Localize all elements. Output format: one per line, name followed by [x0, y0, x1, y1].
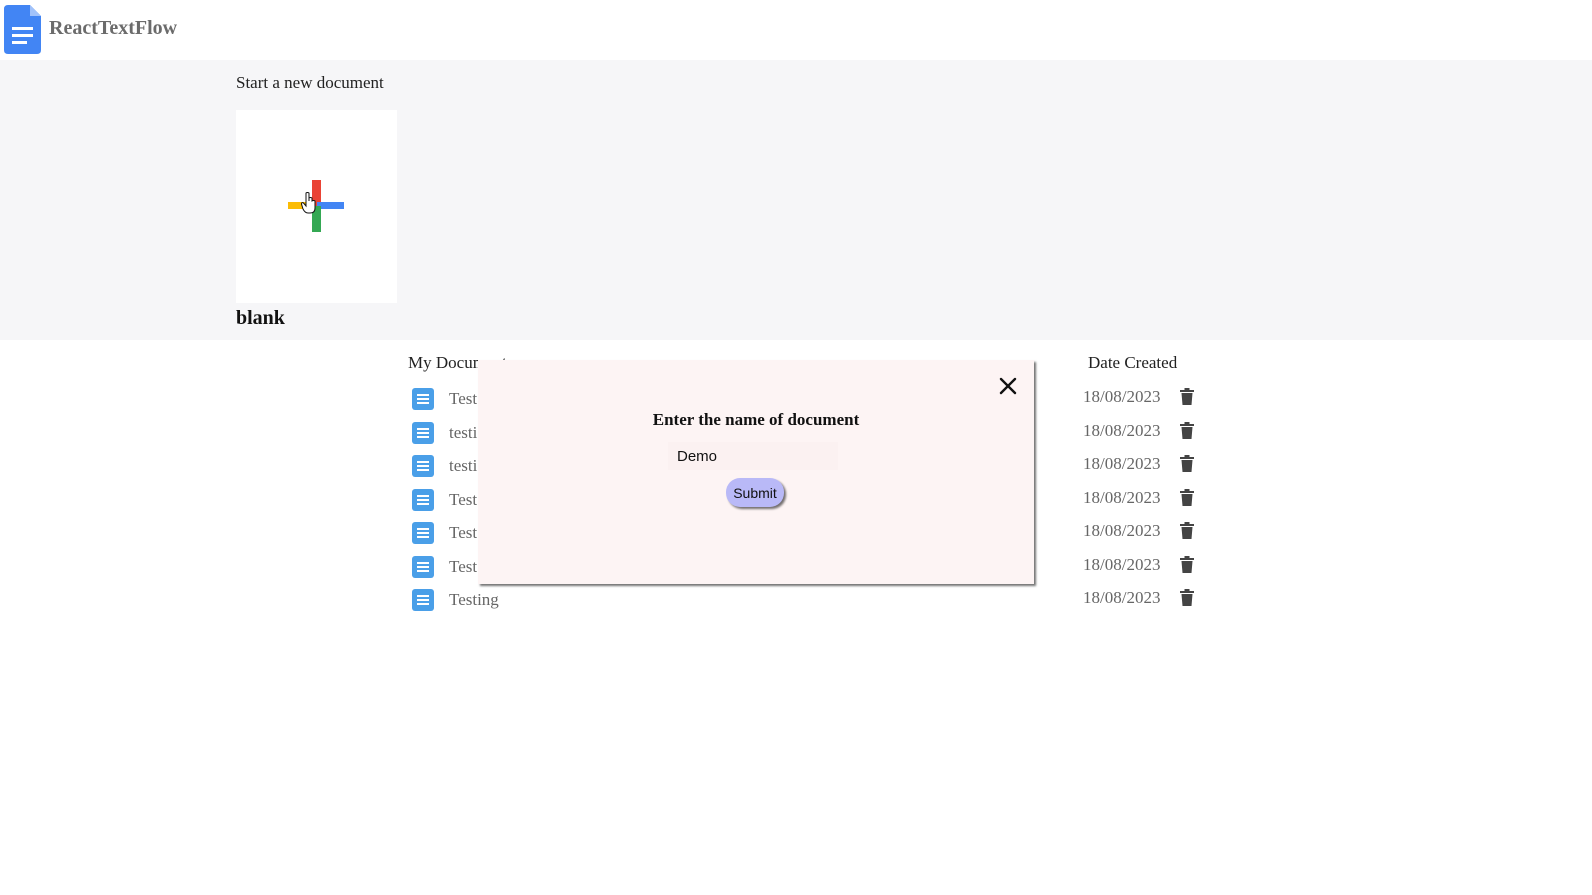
- document-icon: [412, 388, 434, 410]
- document-date: 18/08/2023: [1083, 420, 1161, 440]
- document-date: 18/08/2023: [1083, 487, 1161, 507]
- blank-document-card[interactable]: [236, 110, 397, 303]
- document-name[interactable]: testi: [449, 423, 477, 443]
- document-name[interactable]: Test: [449, 557, 477, 577]
- trash-icon[interactable]: [1180, 455, 1194, 472]
- blank-label: blank: [236, 307, 285, 329]
- modal-title: Enter the name of document: [652, 410, 860, 429]
- document-date: 18/08/2023: [1083, 387, 1161, 406]
- document-name[interactable]: testi: [449, 456, 477, 476]
- trash-icon[interactable]: [1180, 388, 1194, 405]
- document-name[interactable]: Test: [449, 389, 477, 409]
- document-name[interactable]: Test: [449, 490, 477, 510]
- document-name[interactable]: Test: [449, 523, 477, 543]
- submit-button[interactable]: Submit: [726, 478, 784, 507]
- document-icon: [412, 455, 434, 477]
- document-name-input[interactable]: [668, 442, 838, 470]
- hand-pointer-icon: [301, 192, 316, 214]
- document-date: 18/08/2023: [1083, 554, 1161, 574]
- document-icon: [412, 522, 434, 544]
- date-created-heading: Date Created: [1088, 353, 1178, 372]
- new-document-section: Start a new document blank: [0, 60, 1592, 340]
- document-icon: [412, 555, 434, 578]
- document-date: 18/08/2023: [1083, 588, 1161, 607]
- new-document-modal: Enter the name of document Submit: [478, 360, 1034, 584]
- close-icon[interactable]: [998, 376, 1018, 396]
- app-title: ReactTextFlow: [49, 17, 178, 39]
- trash-icon[interactable]: [1180, 522, 1194, 539]
- document-icon: [412, 488, 434, 511]
- document-logo-icon[interactable]: [4, 5, 41, 54]
- new-document-heading: Start a new document: [236, 73, 384, 92]
- trash-icon[interactable]: [1180, 488, 1194, 506]
- document-row[interactable]: Testing 18/08/2023: [412, 585, 1202, 619]
- document-name[interactable]: Testing: [449, 590, 499, 610]
- trash-icon[interactable]: [1180, 555, 1194, 573]
- document-date: 18/08/2023: [1083, 521, 1161, 540]
- trash-icon[interactable]: [1180, 589, 1194, 606]
- app-header: ReactTextFlow: [0, 0, 1592, 60]
- document-icon: [412, 421, 434, 444]
- trash-icon[interactable]: [1180, 421, 1194, 439]
- document-icon: [412, 589, 434, 611]
- document-date: 18/08/2023: [1083, 454, 1161, 473]
